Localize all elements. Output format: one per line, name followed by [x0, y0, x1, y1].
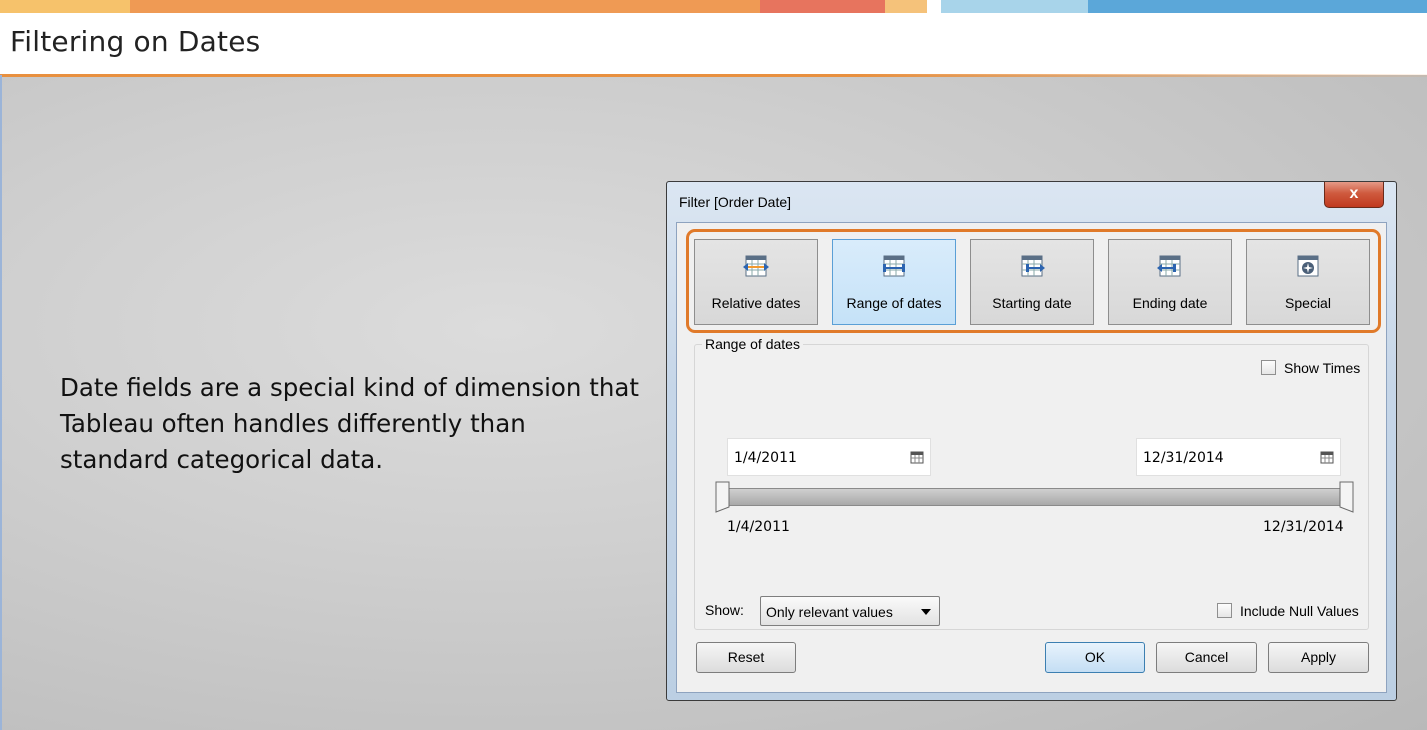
dialog-title: Filter [Order Date] [679, 194, 792, 210]
top-color-stripe [0, 0, 1427, 13]
apply-button[interactable]: Apply [1268, 642, 1369, 673]
slide-body-text: Date fields are a special kind of dimens… [60, 373, 639, 474]
slider-start-handle[interactable] [715, 481, 731, 513]
show-times-checkbox[interactable] [1261, 360, 1276, 375]
slider-max-label: 12/31/2014 [1263, 519, 1344, 535]
show-values-select[interactable]: Only relevant values [760, 596, 940, 626]
show-label: Show: [705, 602, 744, 618]
cancel-button[interactable]: Cancel [1156, 642, 1257, 673]
show-times-label: Show Times [1284, 360, 1361, 376]
calendar-icon[interactable] [910, 450, 924, 464]
calendar-icon[interactable] [1320, 450, 1334, 464]
include-null-label: Include Null Values [1240, 603, 1359, 619]
left-edge-line [0, 75, 2, 730]
mode-highlight-outline [686, 229, 1381, 333]
ok-button[interactable]: OK [1045, 642, 1145, 673]
include-null-checkbox[interactable] [1217, 603, 1232, 618]
reset-button[interactable]: Reset [696, 642, 796, 673]
slide-title: Filtering on Dates [10, 25, 261, 58]
close-icon: x [1349, 185, 1359, 202]
start-date-input[interactable]: 1/4/2011 [727, 438, 931, 476]
end-date-value: 12/31/2014 [1143, 450, 1224, 466]
show-select-value: Only relevant values [766, 604, 893, 620]
start-date-value: 1/4/2011 [734, 450, 797, 466]
slider-end-handle[interactable] [1338, 481, 1354, 513]
range-group-label: Range of dates [702, 336, 803, 352]
slide-header: Filtering on Dates [0, 13, 1427, 75]
dropdown-arrow-icon [921, 609, 931, 615]
date-range-slider-track[interactable] [725, 488, 1347, 506]
slider-min-label: 1/4/2011 [727, 519, 790, 535]
range-of-dates-group [694, 344, 1369, 630]
close-button[interactable]: x [1324, 182, 1384, 208]
end-date-input[interactable]: 12/31/2014 [1136, 438, 1341, 476]
header-divider [0, 74, 1427, 77]
